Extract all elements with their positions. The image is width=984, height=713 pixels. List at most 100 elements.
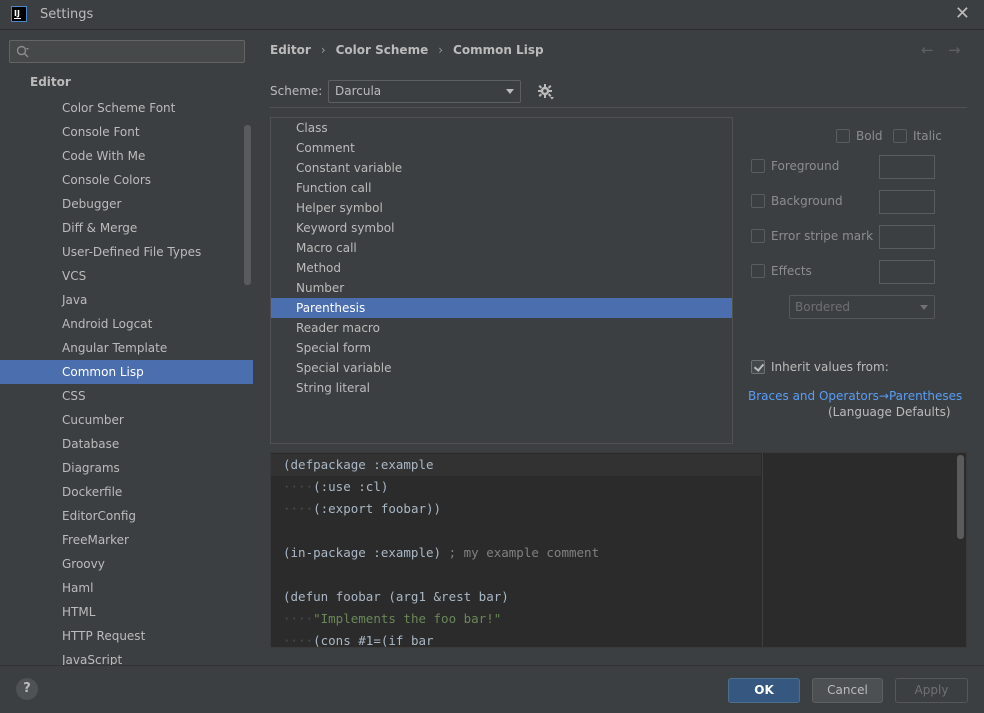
cancel-button[interactable]: Cancel <box>812 678 883 703</box>
sidebar-item[interactable]: Dockerfile <box>0 480 253 504</box>
code-comment: ; my example comment <box>448 545 600 560</box>
code-text: (in-package :example) <box>283 545 449 560</box>
code-line: (defpackage :example <box>271 454 761 476</box>
italic-label: Italic <box>913 129 942 143</box>
token-list-item[interactable]: Reader macro <box>271 318 732 338</box>
chevron-down-icon <box>506 89 514 94</box>
code-line: ····(:export foobar)) <box>271 498 761 520</box>
sidebar-item[interactable]: Diff & Merge <box>0 216 253 240</box>
code-text: (:use :cl) <box>313 479 389 494</box>
token-list-item[interactable]: Number <box>271 278 732 298</box>
code-text: (defpackage :example <box>283 457 434 472</box>
sidebar-item[interactable]: Android Logcat <box>0 312 253 336</box>
breadcrumb-item: Color Scheme <box>335 43 429 57</box>
sidebar-item[interactable]: Java <box>0 288 253 312</box>
scheme-label: Scheme: <box>270 84 323 98</box>
background-label: Background <box>771 194 843 208</box>
sidebar-item[interactable]: JavaScript <box>0 648 253 665</box>
sidebar-item[interactable]: HTTP Request <box>0 624 253 648</box>
code-indent-guide: ···· <box>283 501 314 516</box>
code-indent-guide: ···· <box>283 479 314 494</box>
breadcrumb: Editor › Color Scheme › Common Lisp <box>270 43 544 57</box>
scheme-dropdown-value: Darcula <box>335 84 382 98</box>
token-list-item[interactable]: Helper symbol <box>271 198 732 218</box>
sidebar-item[interactable]: FreeMarker <box>0 528 253 552</box>
breadcrumb-separator-icon: › <box>438 43 444 57</box>
token-list-item[interactable]: String literal <box>271 378 732 398</box>
foreground-label: Foreground <box>771 159 840 173</box>
foreground-checkbox[interactable] <box>751 159 765 173</box>
back-arrow-icon[interactable]: ← <box>921 41 934 59</box>
forward-arrow-icon[interactable]: → <box>948 41 961 59</box>
code-indent-guide: ···· <box>283 633 314 648</box>
sidebar-item[interactable]: Diagrams <box>0 456 253 480</box>
token-list-item[interactable]: Special form <box>271 338 732 358</box>
scheme-dropdown[interactable]: Darcula <box>328 80 521 103</box>
code-text: (:export foobar)) <box>313 501 442 516</box>
gear-icon[interactable] <box>537 83 555 101</box>
sidebar-item[interactable]: Haml <box>0 576 253 600</box>
title-bar: IJ Settings ✕ <box>0 0 984 30</box>
bold-checkbox[interactable] <box>836 129 850 143</box>
divider <box>270 107 967 108</box>
sidebar-item[interactable]: Common Lisp <box>0 360 253 384</box>
error-stripe-checkbox[interactable] <box>751 229 765 243</box>
effects-color-swatch[interactable] <box>879 260 935 284</box>
sidebar-item[interactable]: Code With Me <box>0 144 253 168</box>
code-line: ····(cons #1=(if bar <box>271 630 761 648</box>
error-stripe-color-swatch[interactable] <box>879 225 935 249</box>
token-list-item[interactable]: Constant variable <box>271 158 732 178</box>
token-list-item[interactable]: Comment <box>271 138 732 158</box>
code-text: (cons #1=(if bar <box>313 633 434 648</box>
token-list-item[interactable]: Special variable <box>271 358 732 378</box>
token-list-item[interactable]: Macro call <box>271 238 732 258</box>
sidebar-item[interactable]: Angular Template <box>0 336 253 360</box>
sidebar-scrollbar[interactable] <box>244 125 251 285</box>
sidebar-item[interactable]: Console Font <box>0 120 253 144</box>
background-checkbox[interactable] <box>751 194 765 208</box>
sidebar-item[interactable]: Console Colors <box>0 168 253 192</box>
inherit-label: Inherit values from: <box>771 360 889 374</box>
apply-button[interactable]: Apply <box>895 678 968 703</box>
effect-type-dropdown[interactable]: Bordered <box>789 295 935 319</box>
token-list-item[interactable]: Method <box>271 258 732 278</box>
sidebar-item[interactable]: Color Scheme Font <box>0 96 253 120</box>
sidebar-item[interactable]: Debugger <box>0 192 253 216</box>
search-input[interactable] <box>36 43 236 60</box>
sidebar-item[interactable]: Cucumber <box>0 408 253 432</box>
token-list-item[interactable]: Parenthesis <box>271 298 732 318</box>
inherit-source-link[interactable]: Braces and Operators→Parentheses <box>748 389 962 403</box>
bold-label: Bold <box>856 129 883 143</box>
sidebar-item[interactable]: Database <box>0 432 253 456</box>
effects-checkbox[interactable] <box>751 264 765 278</box>
code-line: ····"Implements the foo bar!" <box>271 608 761 630</box>
tree-header-editor[interactable]: Editor <box>30 75 71 89</box>
sidebar-item[interactable]: EditorConfig <box>0 504 253 528</box>
token-list-item[interactable]: Function call <box>271 178 732 198</box>
code-string: "Implements the foo bar!" <box>313 611 502 626</box>
settings-search-box[interactable] <box>9 40 245 63</box>
token-list-item[interactable]: Class <box>271 118 732 138</box>
sidebar-item[interactable]: User-Defined File Types <box>0 240 253 264</box>
sidebar-item[interactable]: Groovy <box>0 552 253 576</box>
preview-scrollbar[interactable] <box>957 455 964 539</box>
foreground-color-swatch[interactable] <box>879 155 935 179</box>
inherit-checkbox[interactable] <box>751 360 765 374</box>
settings-sidebar: Editor Color Scheme Font Console Font Code… <box>0 31 253 665</box>
window-title: Settings <box>40 7 94 22</box>
sidebar-item[interactable]: CSS <box>0 384 253 408</box>
help-button[interactable]: ? <box>16 678 38 700</box>
ok-button[interactable]: OK <box>728 678 800 703</box>
effect-type-value: Bordered <box>795 300 850 314</box>
breadcrumb-separator-icon: › <box>320 43 326 57</box>
code-text: (defun foobar (arg1 &rest bar) <box>283 589 509 604</box>
background-color-swatch[interactable] <box>879 190 935 214</box>
italic-checkbox[interactable] <box>893 129 907 143</box>
close-icon[interactable]: ✕ <box>955 3 970 24</box>
sidebar-item[interactable]: VCS <box>0 264 253 288</box>
code-preview[interactable]: (defpackage :example ····(:use :cl) ····(:… <box>270 452 967 648</box>
search-icon <box>16 45 29 58</box>
token-list-item[interactable]: Keyword symbol <box>271 218 732 238</box>
sidebar-item[interactable]: HTML <box>0 600 253 624</box>
